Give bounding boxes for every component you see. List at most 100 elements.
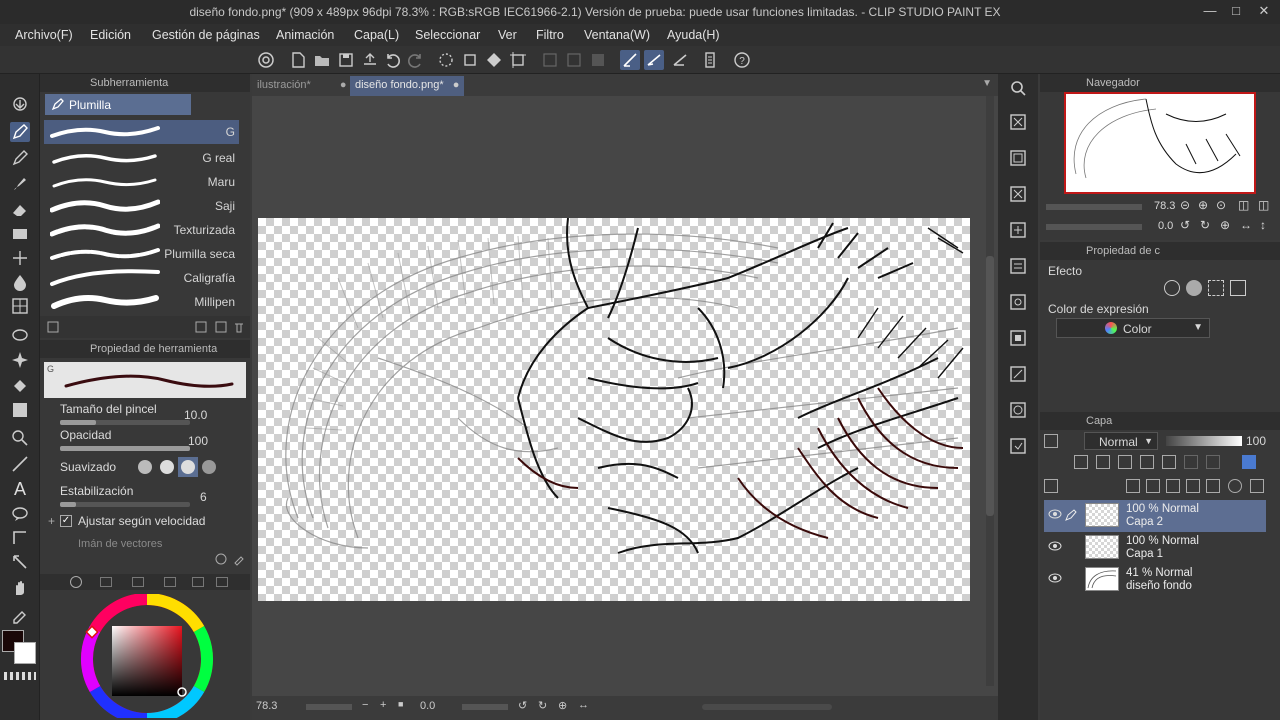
sub-color-swatch[interactable] <box>14 642 36 664</box>
material-2-icon[interactable] <box>1008 148 1028 168</box>
navigator-zoom-slider[interactable] <box>1046 204 1142 210</box>
menu-archivo[interactable]: Archivo(F) <box>15 28 73 42</box>
doc-tab-diseno-fondo[interactable]: diseño fondo.png* ● <box>350 76 465 96</box>
color-slider-tab-icon[interactable] <box>216 577 228 587</box>
brush-item-millipen[interactable]: Millipen <box>44 290 239 314</box>
hand-tool-icon[interactable] <box>10 578 30 598</box>
correct-line-tool-icon[interactable] <box>10 552 30 572</box>
brush-item-g-real[interactable]: G real <box>44 146 239 170</box>
material-8-icon[interactable] <box>1008 364 1028 384</box>
create-mask-icon[interactable] <box>1228 479 1242 493</box>
eye-icon[interactable] <box>1048 541 1062 551</box>
material-7-icon[interactable] <box>1008 328 1028 348</box>
reference-layer-icon[interactable] <box>1096 455 1110 469</box>
menu-capa[interactable]: Capa(L) <box>354 28 399 42</box>
eye-icon[interactable] <box>1048 573 1062 583</box>
flip-icon[interactable]: ↔ <box>578 699 589 711</box>
expand-icon[interactable]: + <box>48 514 55 528</box>
stabilization-slider[interactable] <box>60 502 190 507</box>
new-raster-layer-icon[interactable] <box>1126 479 1140 493</box>
smoothing-option-3[interactable] <box>178 457 198 477</box>
help-icon[interactable]: ? <box>732 50 752 70</box>
rotation-slider[interactable] <box>462 704 508 710</box>
navigator-flip-v-icon[interactable]: ◫ <box>1258 198 1269 212</box>
gradient-tool-icon[interactable] <box>10 400 30 420</box>
redo-icon[interactable] <box>406 50 426 70</box>
fill-icon[interactable] <box>484 50 504 70</box>
zoom-tool-icon[interactable] <box>10 94 30 114</box>
layer-row[interactable]: 100 % Normal Capa 1 <box>1044 532 1266 564</box>
clip-layer-icon[interactable] <box>1074 455 1088 469</box>
navigator-rotate-right-icon[interactable]: ↻ <box>1200 218 1210 232</box>
blend-tool-icon[interactable] <box>10 272 30 292</box>
menu-gestion-paginas[interactable]: Gestión de páginas <box>152 28 260 42</box>
menu-animacion[interactable]: Animación <box>276 28 334 42</box>
material-4-icon[interactable] <box>1008 220 1028 240</box>
line-tool-icon[interactable] <box>10 454 30 474</box>
pen-tool-icon[interactable] <box>10 122 30 142</box>
menu-ventana[interactable]: Ventana(W) <box>584 28 650 42</box>
menu-edicion[interactable]: Edición <box>90 28 131 42</box>
smoothing-option-1[interactable] <box>138 460 152 474</box>
minimize-button[interactable]: — <box>1200 3 1220 21</box>
layer-opacity-slider[interactable] <box>1166 436 1242 446</box>
color-wheel[interactable] <box>78 594 216 718</box>
navigator-preview[interactable] <box>1064 92 1256 194</box>
intermediate-color-tab-icon[interactable] <box>132 577 144 587</box>
invert-selection-icon[interactable] <box>588 50 608 70</box>
copy-subtool-icon[interactable] <box>194 320 208 334</box>
zoom-in-icon[interactable]: + <box>380 699 386 711</box>
rotate-right-icon[interactable]: ↻ <box>538 699 547 712</box>
opacity-value[interactable]: 100 <box>188 434 208 448</box>
clip-studio-icon[interactable] <box>256 50 276 70</box>
fill-tool-icon[interactable] <box>10 376 30 396</box>
snap-special-ruler-icon[interactable] <box>644 50 664 70</box>
tool-reset-icon[interactable] <box>214 552 228 566</box>
brush-tool-icon[interactable] <box>10 174 30 194</box>
drawing-canvas[interactable] <box>258 218 970 601</box>
doc-tab-ilustracion[interactable]: ilustración* ● <box>252 76 352 96</box>
airbrush-tool-icon[interactable] <box>10 248 30 268</box>
export-icon[interactable] <box>360 50 380 70</box>
delete-layer-icon[interactable] <box>1250 479 1264 493</box>
layer-color-icon[interactable] <box>1208 280 1224 296</box>
layer-color-icon[interactable] <box>1242 455 1256 469</box>
material-9-icon[interactable] <box>1008 400 1028 420</box>
balloon-tool-icon[interactable] <box>10 504 30 524</box>
navigator-flip-icon[interactable]: ↔ <box>1240 218 1252 232</box>
material-5-icon[interactable] <box>1008 256 1028 276</box>
duplicate-subtool-icon[interactable] <box>214 320 228 334</box>
brush-item-texturizada[interactable]: Texturizada <box>44 218 239 242</box>
delete-subtool-icon[interactable] <box>232 320 246 334</box>
material-3-icon[interactable] <box>1008 184 1028 204</box>
snap-grid-icon[interactable] <box>670 50 690 70</box>
tool-settings-icon[interactable] <box>232 552 246 566</box>
horizontal-scrollbar[interactable] <box>702 704 832 710</box>
transparent-color-swatch[interactable] <box>4 672 36 680</box>
close-button[interactable]: ✕ <box>1254 3 1274 21</box>
tone-effect-icon[interactable] <box>1186 280 1202 296</box>
navigator-reset-rotate-icon[interactable]: ⊕ <box>1220 218 1230 232</box>
text-tool-icon[interactable]: A <box>10 478 30 498</box>
companion-icon[interactable] <box>700 50 720 70</box>
clear-icon[interactable] <box>460 50 480 70</box>
navigator-rotate-left-icon[interactable]: ↺ <box>1180 218 1190 232</box>
layer-row[interactable]: 100 % Normal Capa 2 <box>1044 500 1266 532</box>
snap-ruler-icon[interactable] <box>620 50 640 70</box>
more-effects-icon[interactable] <box>1230 280 1246 296</box>
search-icon[interactable] <box>1008 78 1028 98</box>
new-folder-icon[interactable] <box>1166 479 1180 493</box>
navigator-fit-icon[interactable]: ⊙ <box>1216 198 1226 212</box>
brush-item-plumilla-seca[interactable]: Plumilla seca <box>44 242 239 266</box>
tab-menu-icon[interactable]: ▼ <box>982 78 992 89</box>
menu-ayuda[interactable]: Ayuda(H) <box>667 28 720 42</box>
vector-line-tool-icon[interactable] <box>10 528 30 548</box>
vertical-scroll-thumb[interactable] <box>986 256 994 516</box>
material-10-icon[interactable] <box>1008 436 1028 456</box>
brush-item-caligrafia[interactable]: Caligrafía <box>44 266 239 290</box>
eyedropper-tool-icon[interactable] <box>10 604 30 624</box>
border-effect-icon[interactable] <box>1164 280 1180 296</box>
brush-size-slider[interactable] <box>60 420 190 425</box>
layer-row[interactable]: 41 % Normal diseño fondo <box>1044 564 1266 596</box>
eye-icon[interactable] <box>1048 509 1062 519</box>
